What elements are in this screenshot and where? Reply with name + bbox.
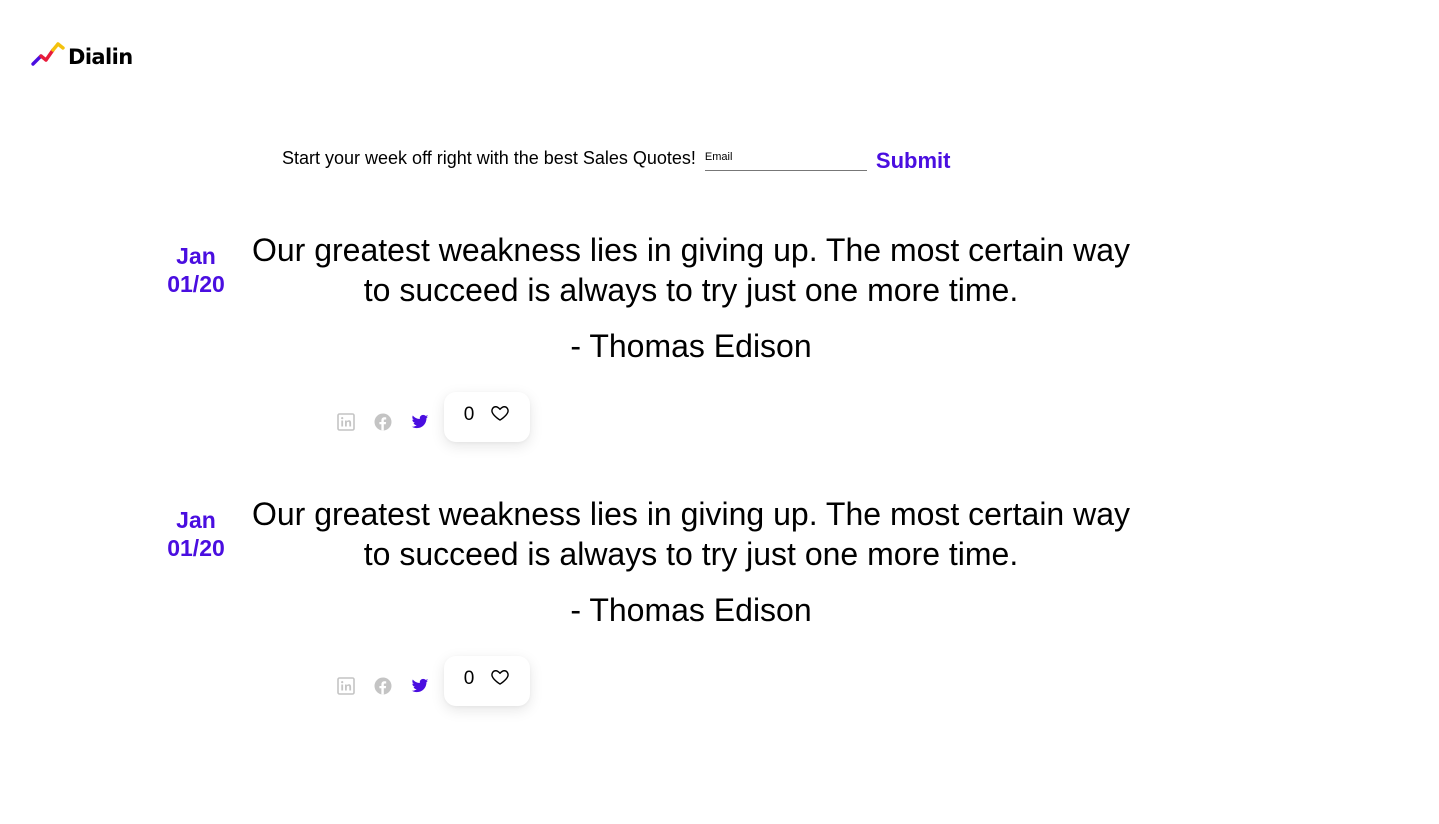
quote-date-day: 01/20 [167, 535, 225, 561]
quote-date-month: Jan [176, 507, 216, 533]
quote-author: - Thomas Edison [570, 592, 812, 628]
heart-outline-icon [491, 670, 510, 685]
twitter-icon[interactable] [410, 412, 430, 432]
quote-entry: Jan 01/20 Our greatest weakness lies in … [0, 494, 1439, 724]
brand-name: Dialin [68, 45, 133, 69]
newsletter-form: Start your week off right with the best … [282, 146, 950, 176]
like-button[interactable]: 0 [444, 656, 530, 706]
like-count: 0 [463, 404, 475, 425]
quote-entry: Jan 01/20 Our greatest weakness lies in … [0, 230, 1439, 460]
newsletter-text: Start your week off right with the best … [282, 148, 696, 168]
quote-actions: 0 [336, 656, 530, 706]
quote-actions: 0 [336, 392, 530, 442]
quote-date-day: 01/20 [167, 271, 225, 297]
quote-text: Our greatest weakness lies in giving up.… [251, 232, 1131, 308]
heart-outline-icon [491, 406, 510, 421]
quote-date: Jan 01/20 [146, 506, 246, 562]
facebook-icon[interactable] [373, 412, 393, 432]
quote-date: Jan 01/20 [146, 242, 246, 298]
submit-button[interactable]: Submit [876, 148, 951, 174]
like-count: 0 [463, 668, 475, 689]
page: Dialin Start your week off right with th… [0, 0, 1439, 824]
quote-author: - Thomas Edison [570, 328, 812, 364]
chart-checkmark-icon [31, 42, 65, 66]
quote-text: Our greatest weakness lies in giving up.… [251, 496, 1131, 572]
email-input[interactable] [704, 146, 867, 171]
linkedin-icon[interactable] [336, 676, 356, 696]
twitter-icon[interactable] [410, 676, 430, 696]
quote-date-month: Jan [176, 243, 216, 269]
brand-logo-link[interactable]: Dialin [30, 38, 133, 68]
facebook-icon[interactable] [373, 676, 393, 696]
linkedin-icon[interactable] [336, 412, 356, 432]
like-button[interactable]: 0 [444, 392, 530, 442]
